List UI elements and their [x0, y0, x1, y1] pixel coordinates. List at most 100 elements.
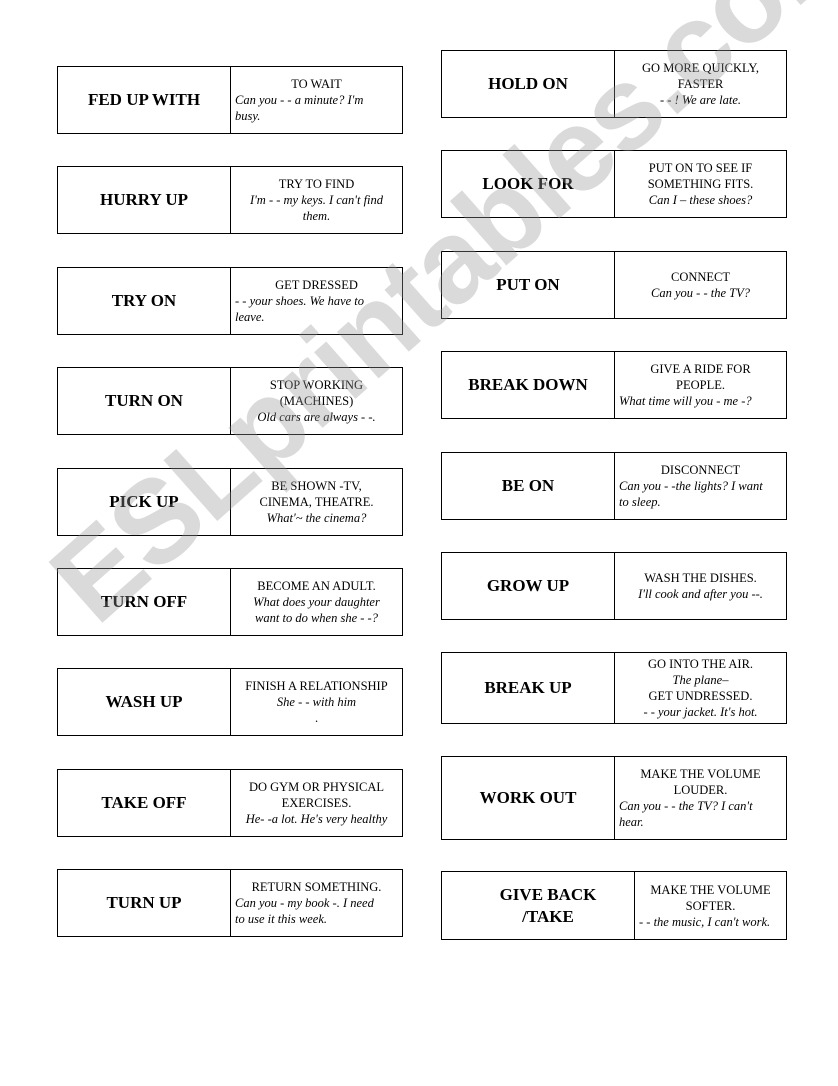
definition: PUT ON TO SEE IF SOMETHING FITS. Can I – t… — [615, 151, 786, 217]
definition-text: CONNECT — [670, 270, 731, 284]
phrasal-verb: TURN OFF — [58, 569, 231, 635]
example-sentence: to sleep. — [619, 495, 661, 509]
definition: TO WAIT Can you - - a minute? I'm busy. — [231, 67, 402, 133]
definition-text: PUT ON TO SEE IF — [648, 161, 753, 175]
phrasal-verb-card: HOLD ON GO MORE QUICKLY, FASTER - - ! We ar… — [441, 50, 787, 118]
definition-text: CINEMA, THEATRE. — [259, 495, 374, 509]
phrasal-verb: BREAK UP — [442, 653, 615, 723]
phrasal-verb-card: BE ON DISCONNECT Can you - -the lights? I … — [441, 452, 787, 520]
phrasal-verb-card: TRY ON GET DRESSED - - your shoes. We have… — [57, 267, 403, 335]
example-sentence: them. — [302, 209, 331, 223]
phrasal-verb: PUT ON — [442, 252, 615, 318]
phrasal-verb: HURRY UP — [58, 167, 231, 233]
definition-text: MAKE THE VOLUME — [640, 767, 761, 781]
definition-text: FINISH A RELATIONSHIP — [245, 679, 388, 693]
definition-text: DO GYM OR PHYSICAL — [248, 780, 385, 794]
phrasal-verb-card: TURN UP RETURN SOMETHING. Can you - my boo… — [57, 869, 403, 937]
example-sentence: - - the music, I can't work. — [639, 914, 771, 929]
example-sentence: What'~ the cinema? — [266, 511, 367, 525]
example-sentence: Can you - my book -. I need — [235, 896, 374, 910]
example-sentence: Can you - - the TV? — [651, 286, 750, 300]
phrasal-verb-card: GIVE BACK /TAKE MAKE THE VOLUME SOFTER. - -… — [441, 871, 787, 940]
definition-text: GET UNDRESSED. — [648, 689, 753, 703]
phrasal-verb: WASH UP — [58, 669, 231, 735]
example-sentence: Old cars are always - -. — [257, 410, 376, 424]
definition-text: SOMETHING FITS. — [647, 177, 754, 191]
definition-text: SOFTER. — [685, 898, 736, 913]
definition: STOP WORKING (MACHINES) Old cars are alway… — [231, 368, 402, 434]
phrasal-verb-card: TAKE OFF DO GYM OR PHYSICAL EXERCISES. He- … — [57, 769, 403, 837]
example-sentence: She - - with him — [276, 695, 357, 709]
example-sentence: hear. — [619, 815, 644, 829]
example-sentence: want to do when she - -? — [255, 611, 378, 625]
phrasal-verb: LOOK FOR — [442, 151, 615, 217]
definition-text: (MACHINES) — [279, 394, 354, 408]
definition: GO MORE QUICKLY, FASTER - - ! We are late. — [615, 51, 786, 117]
example-sentence: to use it this week. — [235, 912, 327, 926]
example-sentence: What does your daughter — [253, 595, 380, 609]
definition-text: TO WAIT — [291, 77, 342, 91]
definition: GO INTO THE AIR. The plane– GET UNDRESSED.… — [615, 653, 786, 723]
example-sentence: I'm - - my keys. I can't find — [249, 193, 384, 207]
definition: DO GYM OR PHYSICAL EXERCISES. He- -a lot. … — [231, 770, 402, 836]
phrasal-verb-card: WORK OUT MAKE THE VOLUME LOUDER. Can you - … — [441, 756, 787, 840]
example-sentence: Can you - - a minute? I'm — [235, 93, 364, 107]
phrasal-verb: BE ON — [442, 453, 615, 519]
definition: CONNECT Can you - - the TV? — [615, 252, 786, 318]
phrasal-verb-card: BREAK DOWN GIVE A RIDE FOR PEOPLE. What tim… — [441, 351, 787, 419]
phrasal-verb-card: PUT ON CONNECT Can you - - the TV? — [441, 251, 787, 319]
phrasal-verb: TURN ON — [58, 368, 231, 434]
example-sentence: He- -a lot. He's very healthy — [245, 812, 388, 826]
example-sentence: leave. — [235, 310, 265, 324]
example-sentence: busy. — [235, 109, 261, 123]
example-sentence: The plane– — [672, 673, 729, 687]
definition-text: BE SHOWN -TV, — [271, 479, 362, 493]
definition: WASH THE DISHES. I'll cook and after you … — [615, 553, 786, 619]
definition: BE SHOWN -TV, CINEMA, THEATRE. What'~ the … — [231, 469, 402, 535]
definition-text: WASH THE DISHES. — [644, 571, 757, 585]
definition: RETURN SOMETHING. Can you - my book -. I … — [231, 870, 402, 936]
definition: MAKE THE VOLUME SOFTER. - - the music, I c… — [635, 872, 786, 939]
definition-text: STOP WORKING — [269, 378, 364, 392]
definition-text: PEOPLE. — [676, 378, 725, 392]
phrasal-verb: HOLD ON — [442, 51, 615, 117]
phrasal-verb: TAKE OFF — [58, 770, 231, 836]
definition-text: GIVE A RIDE FOR — [650, 362, 751, 376]
definition-text: FASTER — [677, 77, 724, 91]
phrasal-verb: FED UP WITH — [58, 67, 231, 133]
definition-text: DISCONNECT — [660, 463, 741, 477]
phrasal-verb: TURN UP — [58, 870, 231, 936]
example-sentence: - - your jacket. It's hot. — [643, 705, 758, 719]
phrasal-verb-card: FED UP WITH TO WAIT Can you - - a minute? … — [57, 66, 403, 134]
definition-text: BECOME AN ADULT. — [257, 579, 376, 593]
phrasal-verb-card: GROW UP WASH THE DISHES. I'll cook and aft… — [441, 552, 787, 620]
definition: TRY TO FIND I'm - - my keys. I can't find… — [231, 167, 402, 233]
phrasal-verb-card: BREAK UP GO INTO THE AIR. The plane– GET UN… — [441, 652, 787, 724]
phrasal-verb-card: LOOK FOR PUT ON TO SEE IF SOMETHING FITS. C… — [441, 150, 787, 218]
definition: GET DRESSED - - your shoes. We have to lea… — [231, 268, 402, 334]
phrasal-verb: PICK UP — [58, 469, 231, 535]
example-sentence: What time will you - me -? — [619, 394, 752, 408]
definition: BECOME AN ADULT. What does your daughter w… — [231, 569, 402, 635]
phrasal-verb: GIVE BACK /TAKE — [442, 872, 635, 939]
definition: MAKE THE VOLUME LOUDER. Can you - - the TV… — [615, 757, 786, 839]
phrasal-verb: BREAK DOWN — [442, 352, 615, 418]
definition: DISCONNECT Can you - -the lights? I want t… — [615, 453, 786, 519]
example-sentence: - - your shoes. We have to — [235, 294, 365, 308]
definition-text: GO MORE QUICKLY, — [642, 61, 759, 75]
definition-text: . — [314, 711, 319, 725]
phrasal-verb-card: PICK UP BE SHOWN -TV, CINEMA, THEATRE. What… — [57, 468, 403, 536]
example-sentence: I'll cook and after you --. — [638, 587, 763, 601]
definition-text: TRY TO FIND — [278, 177, 355, 191]
phrasal-verb: TRY ON — [58, 268, 231, 334]
definition-text: EXERCISES. — [281, 796, 352, 810]
example-sentence: - - ! We are late. — [660, 93, 741, 107]
definition-text: MAKE THE VOLUME — [650, 882, 771, 897]
phrasal-verb: GROW UP — [442, 553, 615, 619]
definition-text: LOUDER. — [673, 783, 728, 797]
example-sentence: Can you - - the TV? I can't — [619, 799, 753, 813]
definition-text: GO INTO THE AIR. — [647, 657, 754, 671]
phrasal-verb-card: HURRY UP TRY TO FIND I'm - - my keys. I ca… — [57, 166, 403, 234]
phrasal-verb-card: TURN ON STOP WORKING (MACHINES) Old cars ar… — [57, 367, 403, 435]
definition: FINISH A RELATIONSHIP She - - with him. — [231, 669, 402, 735]
